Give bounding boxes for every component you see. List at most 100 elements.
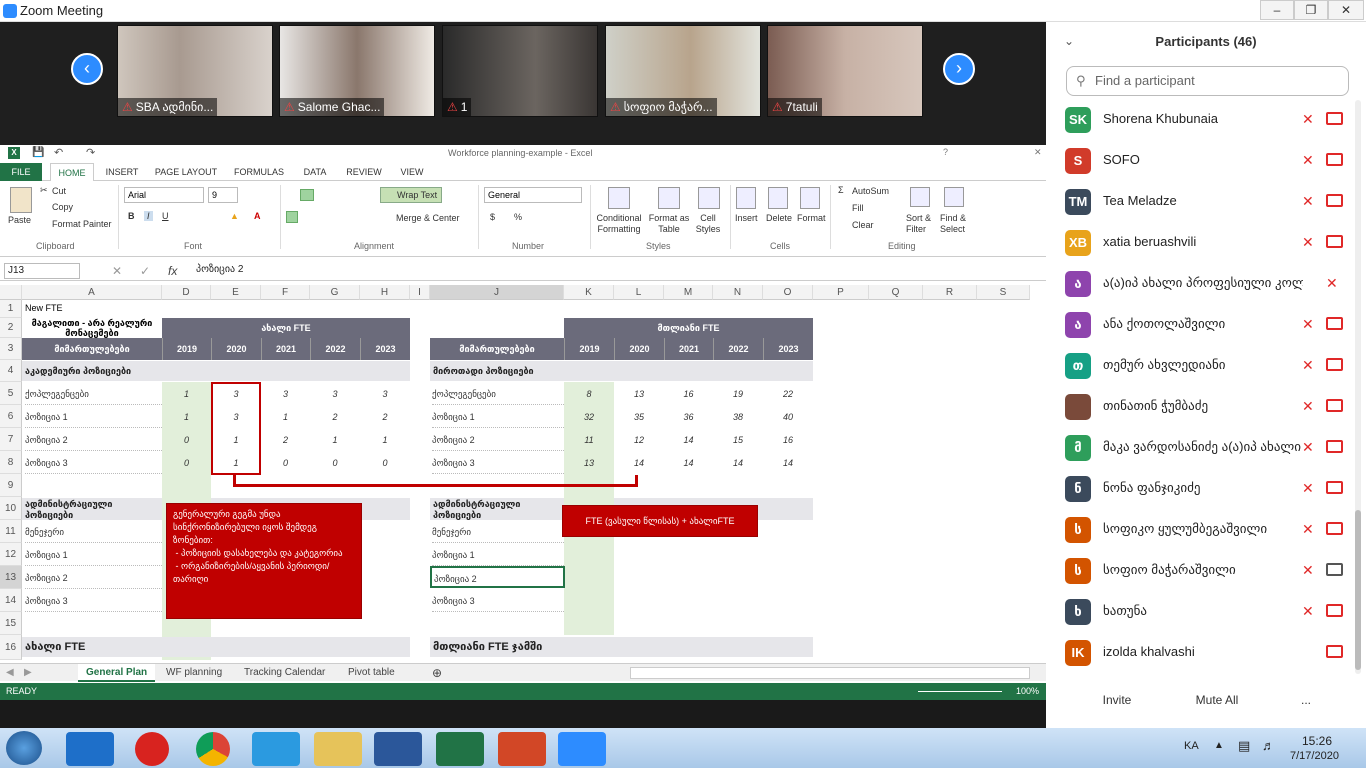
row-label[interactable]: პოზიცია 1 — [432, 406, 564, 428]
more-options-button[interactable]: ... — [1294, 686, 1318, 714]
row-header[interactable]: 2 — [0, 318, 22, 338]
participant-row[interactable]: SK Shorena Khubunaia ✕ — [1046, 99, 1356, 140]
invite-button[interactable]: Invite — [1094, 686, 1140, 714]
row-header[interactable]: 15 — [0, 612, 22, 635]
year-header[interactable]: 2019 — [564, 338, 614, 360]
data-cell[interactable]: 3 — [310, 383, 360, 405]
column-header[interactable]: N — [713, 285, 763, 300]
year-header[interactable]: 2020 — [211, 338, 261, 360]
row-header[interactable]: 8 — [0, 451, 22, 474]
clear-button[interactable]: Clear — [852, 220, 874, 230]
row-header[interactable]: 14 — [0, 589, 22, 612]
align-left-icon[interactable] — [286, 211, 298, 223]
prev-sheet-icon[interactable]: ◀ — [6, 664, 14, 682]
data-cell[interactable]: 11 — [564, 429, 614, 451]
clock-date[interactable]: 7/17/2020 — [1290, 750, 1339, 762]
section-admin[interactable]: ადმინისტრაციული პოზიციები — [22, 498, 162, 520]
video-off-icon[interactable] — [1326, 235, 1343, 248]
enter-formula-icon[interactable]: ✓ — [140, 264, 150, 278]
year-header[interactable]: 2021 — [261, 338, 310, 360]
participant-row[interactable]: თ თემურ ახვლედიანი ✕ — [1046, 345, 1356, 386]
data-cell[interactable]: 1 — [261, 406, 310, 428]
data-cell[interactable]: 1 — [162, 406, 211, 428]
tab-insert[interactable]: INSERT — [100, 163, 144, 181]
column-header[interactable]: J — [430, 285, 564, 300]
row-label[interactable]: პოზიცია 1 — [432, 544, 564, 566]
opera-icon[interactable] — [135, 732, 169, 766]
selected-cell-j13[interactable]: პოზიცია 2 — [430, 566, 565, 588]
currency-icon[interactable]: $ — [490, 212, 495, 222]
year-header[interactable]: 2022 — [713, 338, 763, 360]
tab-home[interactable]: HOME — [50, 163, 94, 181]
spreadsheet-grid[interactable]: A D E F G H I J K L M N O P Q R S 1 2 3 … — [0, 285, 1030, 660]
data-cell[interactable]: 3 — [261, 383, 310, 405]
column-header[interactable]: K — [564, 285, 614, 300]
row-header[interactable]: 16 — [0, 635, 22, 660]
tab-data[interactable]: DATA — [296, 163, 334, 181]
cell-styles-icon[interactable] — [698, 187, 720, 209]
formula-note-box[interactable]: FTE (ვასული წლისას) + ახალიFTE — [562, 505, 758, 537]
column-header[interactable]: Q — [869, 285, 923, 300]
row-header[interactable]: 3 — [0, 338, 22, 360]
add-sheet-icon[interactable]: ⊕ — [432, 664, 442, 682]
find-select-button[interactable]: Find & Select — [940, 213, 974, 235]
video-off-icon[interactable] — [1326, 522, 1343, 535]
mute-all-button[interactable]: Mute All — [1186, 686, 1248, 714]
sheet-tab-tracking-calendar[interactable]: Tracking Calendar — [244, 664, 325, 682]
format-painter-button[interactable]: Format Painter — [52, 219, 112, 229]
minimize-button[interactable]: – — [1260, 0, 1294, 20]
data-cell[interactable]: 15 — [713, 429, 763, 451]
cancel-formula-icon[interactable]: ✕ — [112, 264, 122, 278]
data-cell[interactable]: 2 — [310, 406, 360, 428]
maximize-button[interactable]: ❐ — [1294, 0, 1328, 20]
year-header[interactable]: 2023 — [360, 338, 410, 360]
video-tile[interactable]: ⚠ SBA ადმინი... — [117, 25, 273, 117]
underline-button[interactable]: U — [162, 211, 169, 221]
next-sheet-icon[interactable]: ▶ — [24, 664, 32, 682]
column-header[interactable]: P — [813, 285, 869, 300]
participant-row[interactable]: ს სოფიკო ყულუმბეგაშვილი ✕ — [1046, 509, 1356, 550]
row-label[interactable]: პოზიცია 3 — [432, 452, 564, 474]
video-tile[interactable]: ⚠ 7tatuli — [767, 25, 923, 117]
cut-button[interactable]: Cut — [52, 186, 66, 196]
participant-row[interactable]: XB xatia beruashvili ✕ — [1046, 222, 1356, 263]
data-cell[interactable]: 14 — [664, 452, 713, 474]
column-header[interactable]: F — [261, 285, 310, 300]
data-cell[interactable]: 1 — [162, 383, 211, 405]
row-header[interactable]: 6 — [0, 405, 22, 428]
language-indicator[interactable]: KA — [1184, 740, 1199, 752]
column-header[interactable]: G — [310, 285, 360, 300]
start-button[interactable] — [6, 731, 42, 765]
internet-explorer-icon[interactable] — [66, 732, 114, 766]
video-off-icon[interactable] — [1326, 399, 1343, 412]
data-cell[interactable]: 38 — [713, 406, 763, 428]
file-explorer-icon[interactable] — [314, 732, 362, 766]
row-header[interactable]: 10 — [0, 497, 22, 520]
year-header[interactable]: 2019 — [162, 338, 211, 360]
video-icon[interactable] — [1326, 563, 1343, 576]
data-cell[interactable]: 8 — [564, 383, 614, 405]
excel-close-icon[interactable]: ✕ — [1034, 147, 1042, 158]
data-cell[interactable]: 0 — [162, 452, 211, 474]
insert-cells-icon[interactable] — [736, 187, 756, 209]
row-header[interactable]: 13 — [0, 566, 22, 589]
participant-row[interactable]: TM Tea Meladze ✕ — [1046, 181, 1356, 222]
column-header[interactable]: A — [22, 285, 162, 300]
font-color-icon[interactable]: A — [254, 211, 261, 221]
data-cell[interactable]: 2 — [261, 429, 310, 451]
row-label[interactable]: პოზიცია 3 — [25, 590, 162, 612]
font-size-select[interactable]: 9 — [208, 187, 238, 203]
tab-page-layout[interactable]: PAGE LAYOUT — [152, 163, 220, 181]
participant-row[interactable]: ა ანა ქოთოლაშვილი ✕ — [1046, 304, 1356, 345]
format-as-table-button[interactable]: Format as Table — [646, 213, 692, 235]
sort-filter-icon[interactable] — [910, 187, 930, 207]
video-off-icon[interactable] — [1326, 317, 1343, 330]
data-cell[interactable]: 13 — [564, 452, 614, 474]
align-middle-icon[interactable] — [300, 189, 314, 201]
data-cell[interactable]: 12 — [614, 429, 664, 451]
format-table-icon[interactable] — [658, 187, 680, 209]
new-fte-total[interactable]: ახალი FTE — [22, 637, 410, 657]
video-off-icon[interactable] — [1326, 481, 1343, 494]
year-header[interactable]: 2022 — [310, 338, 360, 360]
fill-button[interactable]: Fill — [852, 203, 864, 213]
